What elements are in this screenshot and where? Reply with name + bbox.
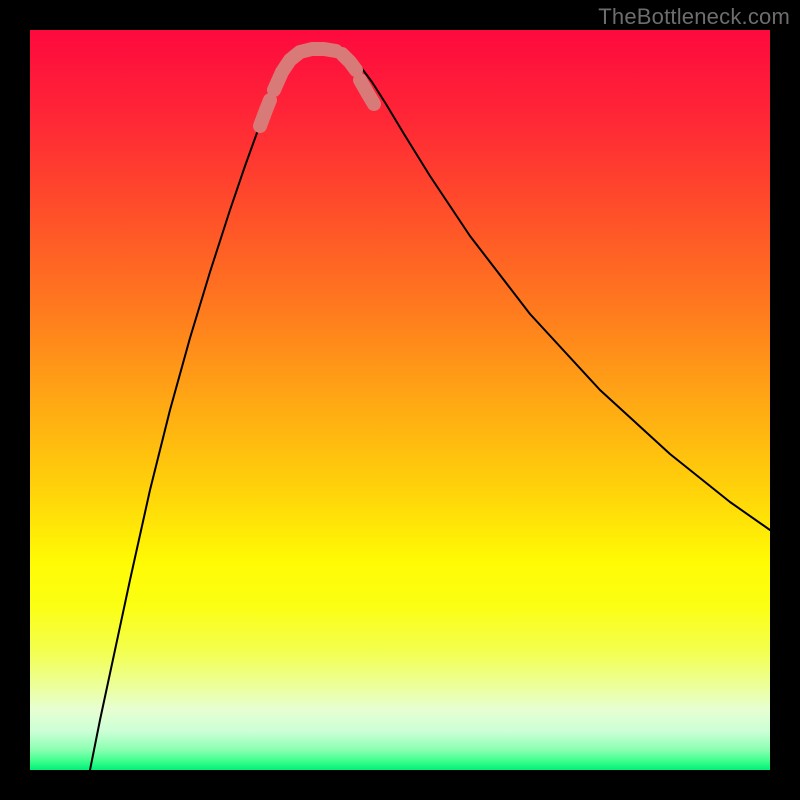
gradient-background — [30, 30, 770, 770]
plot-area — [30, 30, 770, 770]
outer-frame: TheBottleneck.com — [0, 0, 800, 800]
bottleneck-highlight-seg-0 — [260, 100, 270, 126]
chart-svg — [30, 30, 770, 770]
watermark-text: TheBottleneck.com — [598, 4, 790, 30]
